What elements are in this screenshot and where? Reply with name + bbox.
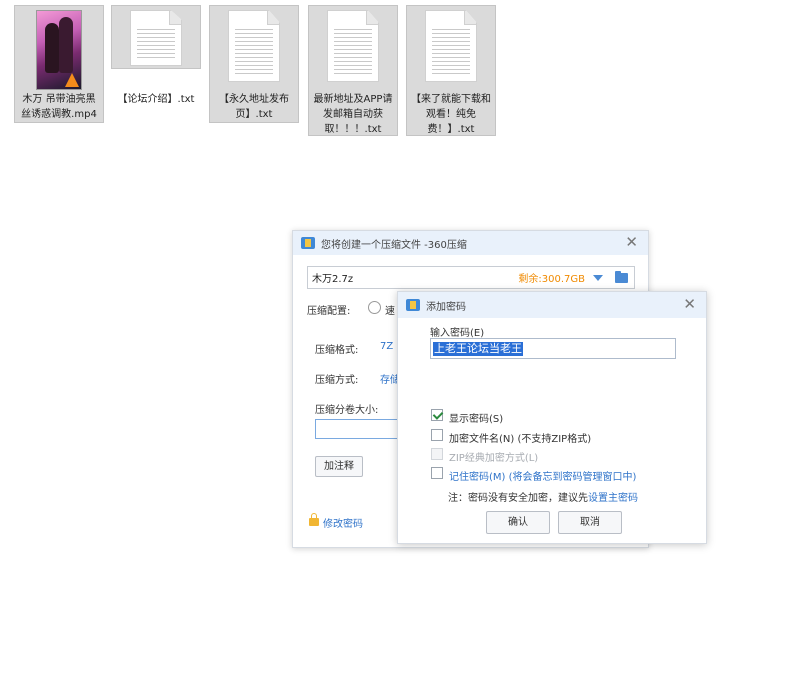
config-option: 速 — [385, 306, 395, 317]
note-text: 注：密码没有安全加密，建议先 — [448, 493, 588, 504]
close-icon[interactable]: ✕ — [625, 235, 638, 250]
archive-app-icon — [301, 237, 315, 249]
close-icon[interactable]: ✕ — [683, 297, 696, 312]
titlebar: 您将创建一个压缩文件 -360压缩 ✕ — [293, 231, 648, 255]
remember-password-label[interactable]: 记住密码(M) (将会备忘到密码管理窗口中) — [449, 468, 636, 483]
file-text[interactable]: 【论坛介绍】.txt — [111, 5, 201, 105]
text-file-icon — [130, 10, 182, 66]
player-cone-icon — [65, 73, 79, 87]
add-comment-button[interactable]: 加注释 — [315, 456, 363, 477]
set-master-password-link[interactable]: 设置主密码 — [588, 493, 638, 504]
file-name: 木万 吊带油亮黑丝诱惑调教.mp4 — [21, 94, 97, 120]
password-input[interactable]: 上老王论坛当老王 — [430, 338, 676, 359]
volume-size-input[interactable] — [315, 419, 405, 439]
cancel-button[interactable]: 取消 — [558, 511, 622, 534]
folder-icon[interactable] — [615, 270, 628, 283]
text-file-icon — [327, 10, 379, 82]
dialog-title: 添加密码 — [426, 301, 466, 313]
file-text[interactable]: 【来了就能下载和观看！纯免费！】.txt — [406, 5, 496, 136]
method-label: 压缩方式: — [315, 375, 359, 386]
free-space: 剩余:300.7GB — [518, 274, 585, 285]
password-value: 上老王论坛当老王 — [433, 341, 523, 356]
volume-label: 压缩分卷大小: — [315, 405, 379, 416]
file-text[interactable]: 【永久地址发布页】.txt — [209, 5, 299, 123]
change-password-link[interactable]: 修改密码 — [323, 515, 363, 530]
archive-app-icon — [406, 299, 420, 311]
window-title: 您将创建一个压缩文件 -360压缩 — [321, 239, 467, 251]
ok-button[interactable]: 确认 — [486, 511, 550, 534]
encrypt-filenames-label: 加密文件名(N) (不支持ZIP格式) — [449, 434, 592, 445]
video-thumbnail — [36, 10, 82, 90]
add-password-dialog: 添加密码 ✕ 输入密码(E) 上老王论坛当老王 显示密码(S) 加密文件名(N)… — [397, 291, 707, 544]
remember-password-checkbox[interactable] — [431, 467, 443, 479]
file-name: 【论坛介绍】.txt — [117, 94, 195, 105]
show-password-label: 显示密码(S) — [449, 414, 504, 425]
format-value[interactable]: 7Z — [380, 341, 393, 352]
file-name: 【永久地址发布页】.txt — [219, 94, 289, 120]
file-name: 最新地址及APP请发邮箱自动获取！！！.txt — [313, 94, 393, 135]
show-password-checkbox[interactable] — [431, 409, 443, 421]
format-label: 压缩格式: — [315, 345, 359, 356]
file-name: 【来了就能下载和观看！纯免费！】.txt — [411, 94, 491, 135]
config-label: 压缩配置: — [307, 306, 351, 317]
file-video[interactable]: 木万 吊带油亮黑丝诱惑调教.mp4 — [14, 5, 104, 123]
archive-path-input[interactable]: 木万2.7z 剩余:300.7GB — [307, 266, 635, 289]
titlebar: 添加密码 ✕ — [398, 292, 706, 318]
text-file-icon — [228, 10, 280, 82]
zip-classic-label: ZIP经典加密方式(L) — [449, 453, 539, 464]
chevron-down-icon[interactable] — [593, 274, 603, 281]
file-text[interactable]: 最新地址及APP请发邮箱自动获取！！！.txt — [308, 5, 398, 136]
config-radio[interactable] — [368, 301, 381, 314]
lock-icon — [309, 513, 319, 526]
text-file-icon — [425, 10, 477, 82]
password-input-label: 输入密码(E) — [430, 328, 485, 339]
zip-classic-checkbox — [431, 448, 443, 460]
security-note: 注：密码没有安全加密，建议先设置主密码 — [448, 489, 638, 504]
encrypt-filenames-checkbox[interactable] — [431, 429, 443, 441]
archive-name: 木万2.7z — [312, 274, 354, 285]
